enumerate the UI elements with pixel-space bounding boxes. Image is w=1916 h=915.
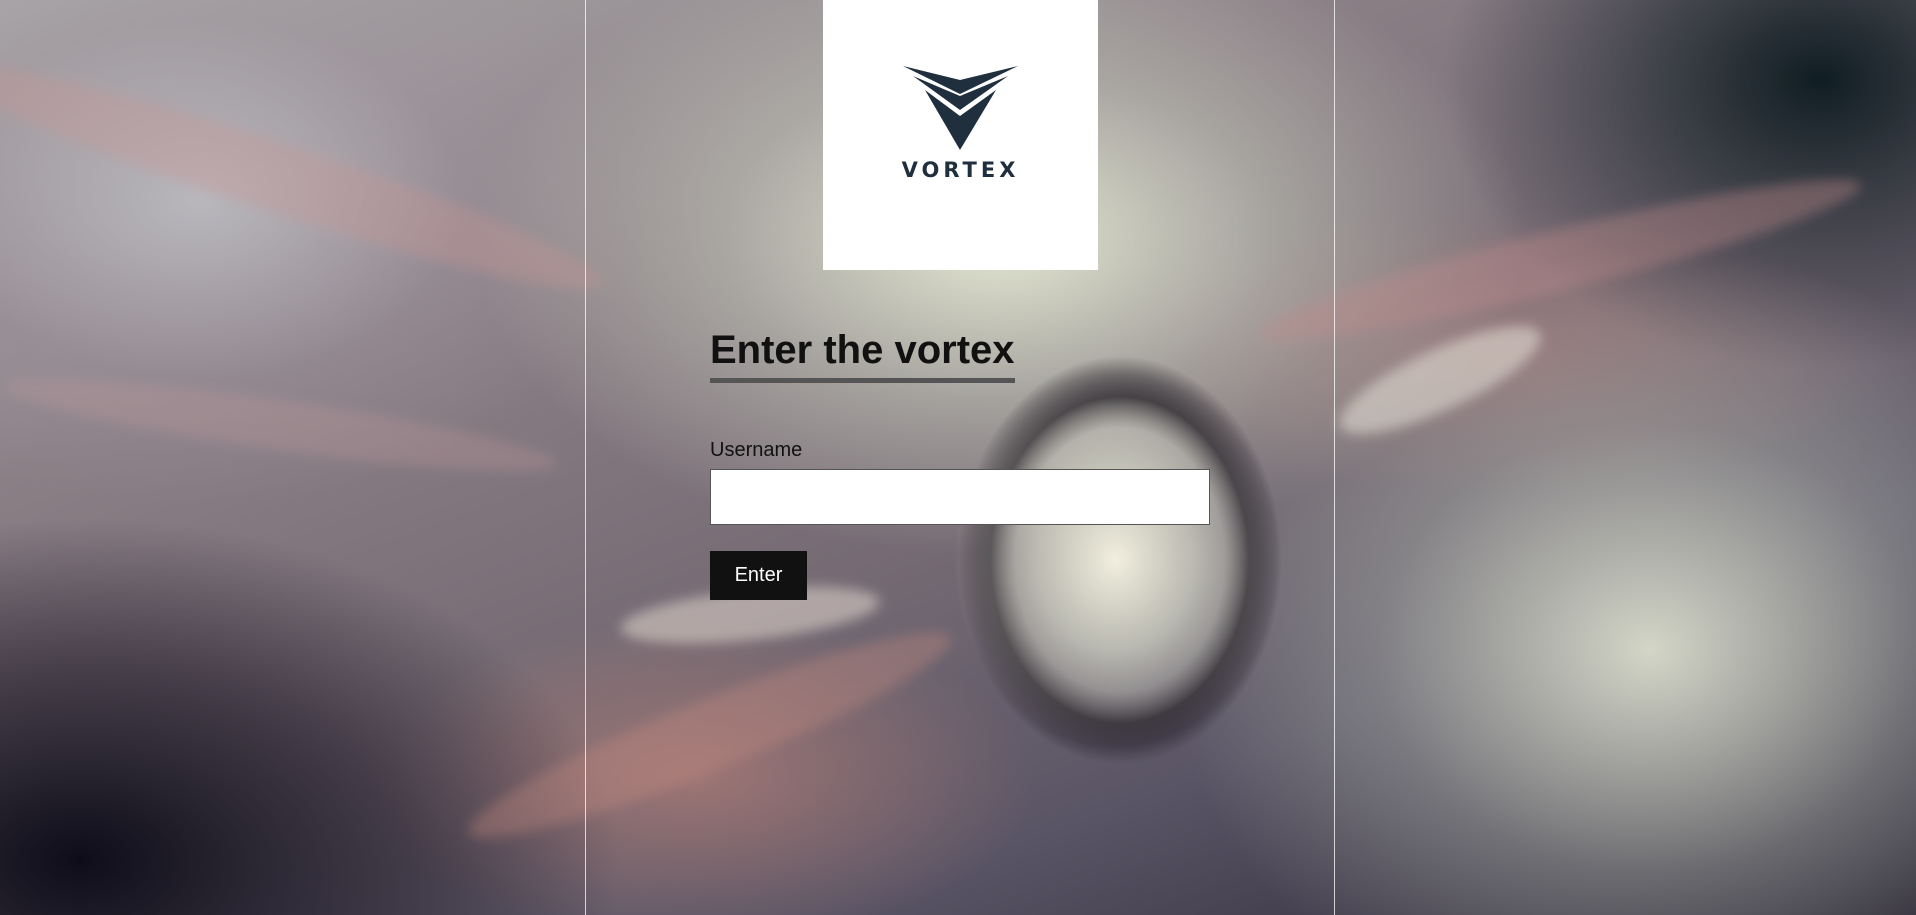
page-title: Enter the vortex: [710, 328, 1015, 383]
enter-button[interactable]: Enter: [710, 551, 807, 600]
vortex-background: VORTEX Enter the vortex Username Enter: [0, 0, 1916, 915]
background-streak: [1251, 155, 1869, 365]
logo-panel: VORTEX: [823, 0, 1098, 270]
background-streak: [0, 361, 561, 489]
vortex-logo-icon: [903, 66, 1018, 150]
username-input[interactable]: [710, 469, 1210, 525]
column-divider-right: [1334, 0, 1335, 915]
username-label: Username: [710, 439, 803, 461]
background-streak: [1327, 306, 1553, 454]
column-divider-left: [585, 0, 586, 915]
background-streak: [0, 33, 614, 317]
brand-name: VORTEX: [901, 158, 1020, 182]
background-streak: [455, 605, 965, 865]
